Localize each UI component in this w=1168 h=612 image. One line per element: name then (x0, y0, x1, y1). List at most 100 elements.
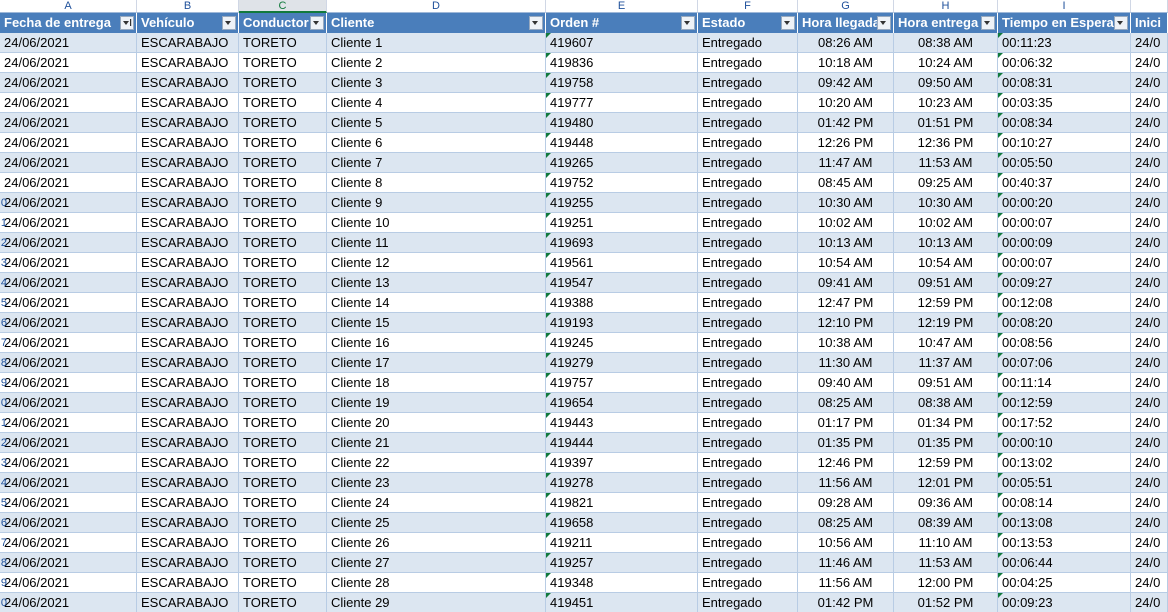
cell-orden[interactable]: 419245 (546, 333, 698, 353)
table-row[interactable]: 24/06/2021 ESCARABAJO TORETO Cliente 25 4196… (0, 513, 1168, 533)
cell-inicio[interactable]: 24/0 (1131, 473, 1168, 493)
cell-hora_llegada[interactable]: 09:42 AM (798, 73, 894, 93)
cell-conductor[interactable]: TORETO (239, 493, 327, 513)
column-header-cliente[interactable]: Cliente (327, 13, 546, 33)
cell-inicio[interactable]: 24/0 (1131, 73, 1168, 93)
table-row[interactable]: 24/06/2021 ESCARABAJO TORETO Cliente 20 4194… (0, 413, 1168, 433)
filter-dropdown-icon[interactable] (877, 16, 891, 30)
cell-vehiculo[interactable]: ESCARABAJO (137, 593, 239, 612)
cell-cliente[interactable]: Cliente 17 (327, 353, 546, 373)
cell-orden[interactable]: 419397 (546, 453, 698, 473)
cell-hora_llegada[interactable]: 08:26 AM (798, 33, 894, 53)
cell-fecha_entrega[interactable]: 24/06/2021 (0, 293, 137, 313)
cell-hora_entrega[interactable]: 12:19 PM (894, 313, 998, 333)
cell-fecha_entrega[interactable]: 24/06/2021 (0, 273, 137, 293)
cell-cliente[interactable]: Cliente 1 (327, 33, 546, 53)
cell-conductor[interactable]: TORETO (239, 153, 327, 173)
cell-fecha_entrega[interactable]: 24/06/2021 (0, 393, 137, 413)
cell-hora_entrega[interactable]: 08:39 AM (894, 513, 998, 533)
cell-hora_llegada[interactable]: 01:35 PM (798, 433, 894, 453)
column-header-vehiculo[interactable]: Vehículo (137, 13, 239, 33)
cell-estado[interactable]: Entregado (698, 253, 798, 273)
cell-cliente[interactable]: Cliente 13 (327, 273, 546, 293)
cell-hora_entrega[interactable]: 11:10 AM (894, 533, 998, 553)
cell-hora_llegada[interactable]: 10:56 AM (798, 533, 894, 553)
cell-conductor[interactable]: TORETO (239, 113, 327, 133)
cell-vehiculo[interactable]: ESCARABAJO (137, 93, 239, 113)
cell-fecha_entrega[interactable]: 24/06/2021 (0, 453, 137, 473)
cell-conductor[interactable]: TORETO (239, 73, 327, 93)
cell-inicio[interactable]: 24/0 (1131, 213, 1168, 233)
cell-estado[interactable]: Entregado (698, 433, 798, 453)
cell-fecha_entrega[interactable]: 24/06/2021 (0, 593, 137, 612)
cell-vehiculo[interactable]: ESCARABAJO (137, 573, 239, 593)
column-header-h[interactable]: H (894, 0, 998, 13)
cell-fecha_entrega[interactable]: 24/06/2021 (0, 53, 137, 73)
cell-inicio[interactable]: 24/0 (1131, 513, 1168, 533)
cell-hora_llegada[interactable]: 11:30 AM (798, 353, 894, 373)
cell-cliente[interactable]: Cliente 9 (327, 193, 546, 213)
cell-inicio[interactable]: 24/0 (1131, 553, 1168, 573)
cell-conductor[interactable]: TORETO (239, 93, 327, 113)
cell-hora_llegada[interactable]: 12:10 PM (798, 313, 894, 333)
cell-orden[interactable]: 419388 (546, 293, 698, 313)
table-row[interactable]: 24/06/2021 ESCARABAJO TORETO Cliente 15 4191… (0, 313, 1168, 333)
cell-inicio[interactable]: 24/0 (1131, 413, 1168, 433)
cell-vehiculo[interactable]: ESCARABAJO (137, 73, 239, 93)
cell-fecha_entrega[interactable]: 24/06/2021 (0, 93, 137, 113)
cell-estado[interactable]: Entregado (698, 113, 798, 133)
cell-conductor[interactable]: TORETO (239, 593, 327, 612)
cell-estado[interactable]: Entregado (698, 273, 798, 293)
cell-orden[interactable]: 419251 (546, 213, 698, 233)
cell-orden[interactable]: 419821 (546, 493, 698, 513)
cell-cliente[interactable]: Cliente 15 (327, 313, 546, 333)
cell-fecha_entrega[interactable]: 24/06/2021 (0, 373, 137, 393)
table-row[interactable]: 24/06/2021 ESCARABAJO TORETO Cliente 12 4195… (0, 253, 1168, 273)
cell-tiempo_espera[interactable]: 00:00:10 (998, 433, 1131, 453)
cell-conductor[interactable]: TORETO (239, 213, 327, 233)
table-row[interactable]: 24/06/2021 ESCARABAJO TORETO Cliente 2 41983… (0, 53, 1168, 73)
cell-vehiculo[interactable]: ESCARABAJO (137, 553, 239, 573)
table-row[interactable]: 24/06/2021 ESCARABAJO TORETO Cliente 4 41977… (0, 93, 1168, 113)
cell-estado[interactable]: Entregado (698, 413, 798, 433)
cell-tiempo_espera[interactable]: 00:17:52 (998, 413, 1131, 433)
cell-vehiculo[interactable]: ESCARABAJO (137, 133, 239, 153)
cell-vehiculo[interactable]: ESCARABAJO (137, 313, 239, 333)
cell-fecha_entrega[interactable]: 24/06/2021 (0, 153, 137, 173)
cell-estado[interactable]: Entregado (698, 213, 798, 233)
table-row[interactable]: 24/06/2021 ESCARABAJO TORETO Cliente 26 4192… (0, 533, 1168, 553)
cell-hora_entrega[interactable]: 12:59 PM (894, 453, 998, 473)
cell-estado[interactable]: Entregado (698, 553, 798, 573)
cell-tiempo_espera[interactable]: 00:13:08 (998, 513, 1131, 533)
cell-hora_entrega[interactable]: 09:25 AM (894, 173, 998, 193)
cell-tiempo_espera[interactable]: 00:08:56 (998, 333, 1131, 353)
column-header-conductor[interactable]: Conductor (239, 13, 327, 33)
cell-fecha_entrega[interactable]: 24/06/2021 (0, 573, 137, 593)
cell-estado[interactable]: Entregado (698, 493, 798, 513)
table-row[interactable]: 24/06/2021 ESCARABAJO TORETO Cliente 18 4197… (0, 373, 1168, 393)
cell-hora_llegada[interactable]: 09:40 AM (798, 373, 894, 393)
table-row[interactable]: 24/06/2021 ESCARABAJO TORETO Cliente 10 4192… (0, 213, 1168, 233)
cell-vehiculo[interactable]: ESCARABAJO (137, 473, 239, 493)
cell-conductor[interactable]: TORETO (239, 313, 327, 333)
cell-tiempo_espera[interactable]: 00:13:02 (998, 453, 1131, 473)
cell-hora_llegada[interactable]: 11:47 AM (798, 153, 894, 173)
cell-estado[interactable]: Entregado (698, 173, 798, 193)
cell-tiempo_espera[interactable]: 00:11:14 (998, 373, 1131, 393)
cell-tiempo_espera[interactable]: 00:06:32 (998, 53, 1131, 73)
cell-hora_entrega[interactable]: 11:37 AM (894, 353, 998, 373)
cell-cliente[interactable]: Cliente 25 (327, 513, 546, 533)
cell-hora_entrega[interactable]: 12:36 PM (894, 133, 998, 153)
column-header-d[interactable]: D (327, 0, 546, 13)
table-row[interactable]: 24/06/2021 ESCARABAJO TORETO Cliente 21 4194… (0, 433, 1168, 453)
cell-hora_entrega[interactable]: 09:50 AM (894, 73, 998, 93)
cell-hora_llegada[interactable]: 10:30 AM (798, 193, 894, 213)
column-header-x[interactable] (1131, 0, 1168, 13)
column-header-f[interactable]: F (698, 0, 798, 13)
cell-conductor[interactable]: TORETO (239, 293, 327, 313)
cell-cliente[interactable]: Cliente 19 (327, 393, 546, 413)
cell-cliente[interactable]: Cliente 11 (327, 233, 546, 253)
cell-tiempo_espera[interactable]: 00:07:06 (998, 353, 1131, 373)
cell-fecha_entrega[interactable]: 24/06/2021 (0, 493, 137, 513)
cell-tiempo_espera[interactable]: 00:08:34 (998, 113, 1131, 133)
